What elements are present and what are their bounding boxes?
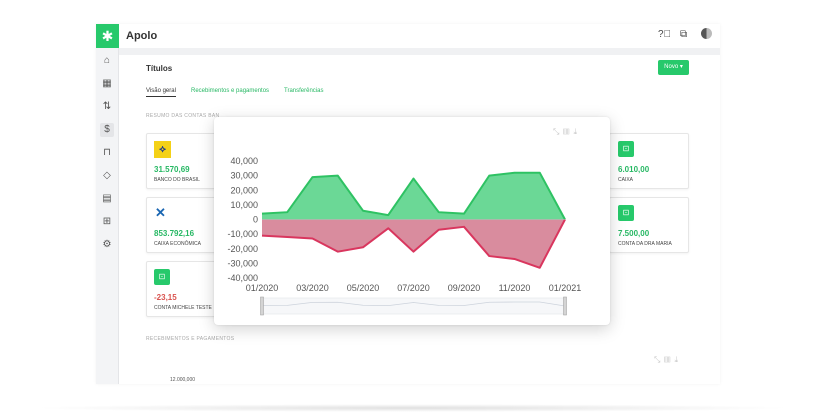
y-tick-label: -10,000: [227, 229, 258, 239]
y-tick-label: -40,000: [227, 273, 258, 283]
safe-icon: ⊡: [618, 141, 634, 157]
account-value: 7.500,00: [618, 229, 650, 238]
tab-transferencias[interactable]: Transferências: [284, 88, 323, 94]
topbar: ✱ Apolo ?⃝ ⧉: [96, 24, 720, 48]
banco-do-brasil-logo: ⟡: [154, 141, 171, 158]
safe-icon: ⊡: [618, 205, 634, 221]
section-accounts-label: RESUMO DAS CONTAS BAN: [146, 113, 220, 119]
y-tick-label: 30,000: [230, 171, 258, 181]
range-handle-right: [563, 296, 567, 316]
chart-popup: ⤡▥⤓ 40,000 30,000 20,000 10,000 0 -10,000 -20,…: [214, 117, 610, 325]
big-chart-toolbar[interactable]: ⤡▥⤓: [654, 355, 682, 365]
sidebar: ⌂ ▦ ⇅ $ ⊓ ◇ ▤ ⊞ ⚙: [96, 48, 119, 384]
y-tick-label: 40,000: [230, 156, 258, 166]
account-card[interactable]: ⊡ 6.010,00 CAIXA: [609, 133, 689, 189]
switch-icon[interactable]: ⧉: [680, 29, 687, 41]
home-icon[interactable]: ⌂: [100, 54, 114, 68]
tag-icon[interactable]: ◇: [100, 169, 114, 183]
x-tick-label: 01/2020: [246, 283, 279, 293]
transfer-icon[interactable]: ⇅: [100, 100, 114, 114]
account-card[interactable]: ⊡ -23,15 CONTA MICHELE TESTE: [146, 261, 221, 317]
settings-icon[interactable]: ⚙: [100, 238, 114, 252]
section-receipts-label: RECEBIMENTOS E PAGAMENTOS: [146, 336, 235, 342]
x-tick-label: 07/2020: [397, 283, 430, 293]
account-value: 6.010,00: [618, 165, 650, 174]
money-icon[interactable]: $: [100, 123, 114, 137]
tab-visao-geral[interactable]: Visão geral: [146, 88, 176, 97]
account-name: CONTA MICHELE TESTE: [154, 305, 212, 311]
account-name: BANCO DO BRASIL: [154, 177, 200, 183]
caixa-logo: ✕: [155, 205, 166, 220]
app-name: Apolo: [126, 30, 158, 42]
x-tick-label: 01/2021: [549, 283, 582, 293]
account-name: CONTA DA DRA MARIA: [618, 241, 672, 247]
account-value: 853.792,16: [154, 229, 195, 238]
account-card[interactable]: ⊡ 7.500,00 CONTA DA DRA MARIA: [609, 197, 689, 253]
page-title: Títulos: [146, 64, 173, 73]
y-tick-label: -30,000: [227, 258, 258, 268]
screenshot-stage: ✱ Apolo ?⃝ ⧉ ⌂ ▦ ⇅ $ ⊓ ◇ ▤ ⊞ ⚙ Títulos N…: [0, 0, 824, 414]
bar-mode-icon[interactable]: ▥: [664, 355, 674, 364]
account-card[interactable]: ✕ 853.792,16 CAIXA ECONÔMICA: [146, 197, 221, 253]
account-value: 31.570,69: [154, 165, 190, 174]
new-button[interactable]: Novo ▾: [658, 60, 689, 75]
gear-flower-icon[interactable]: ✱: [96, 24, 119, 48]
y-tick-label: 10,000: [230, 200, 258, 210]
x-tick-label: 11/2020: [499, 283, 531, 293]
y-tick-label: 0: [253, 215, 258, 225]
report-icon[interactable]: ▤: [100, 192, 114, 206]
x-tick-label: 05/2020: [347, 283, 380, 293]
account-value: -23,15: [154, 293, 177, 302]
download-icon[interactable]: ⤓: [675, 355, 683, 364]
safe-icon: ⊡: [154, 269, 170, 285]
grid-icon[interactable]: ⊞: [100, 215, 114, 229]
calendar-icon[interactable]: ▦: [100, 77, 114, 91]
x-tick-label: 09/2020: [448, 283, 481, 293]
account-name: CAIXA ECONÔMICA: [154, 241, 201, 247]
range-handle-left: [260, 296, 264, 316]
range-slider: [261, 297, 566, 315]
y-tick-label: 20,000: [230, 185, 258, 195]
avatar[interactable]: [701, 28, 712, 39]
tab-recebimentos[interactable]: Recebimentos e pagamentos: [191, 88, 269, 94]
y-tick-label: -20,000: [227, 244, 258, 254]
account-card[interactable]: ⟡ 31.570,69 BANCO DO BRASIL: [146, 133, 221, 189]
zoom-icon[interactable]: ⤡: [654, 355, 664, 364]
x-tick-label: 03/2020: [296, 283, 329, 293]
account-name: CAIXA: [618, 177, 634, 183]
floor-shadow: [30, 404, 794, 412]
area-chart[interactable]: 40,000 30,000 20,000 10,000 0 -10,000 -20,000 -…: [214, 117, 610, 325]
help-icon[interactable]: ?⃝: [658, 29, 671, 41]
bag-icon[interactable]: ⊓: [100, 146, 114, 160]
big-chart-y-label: 12.000,000: [170, 377, 196, 383]
